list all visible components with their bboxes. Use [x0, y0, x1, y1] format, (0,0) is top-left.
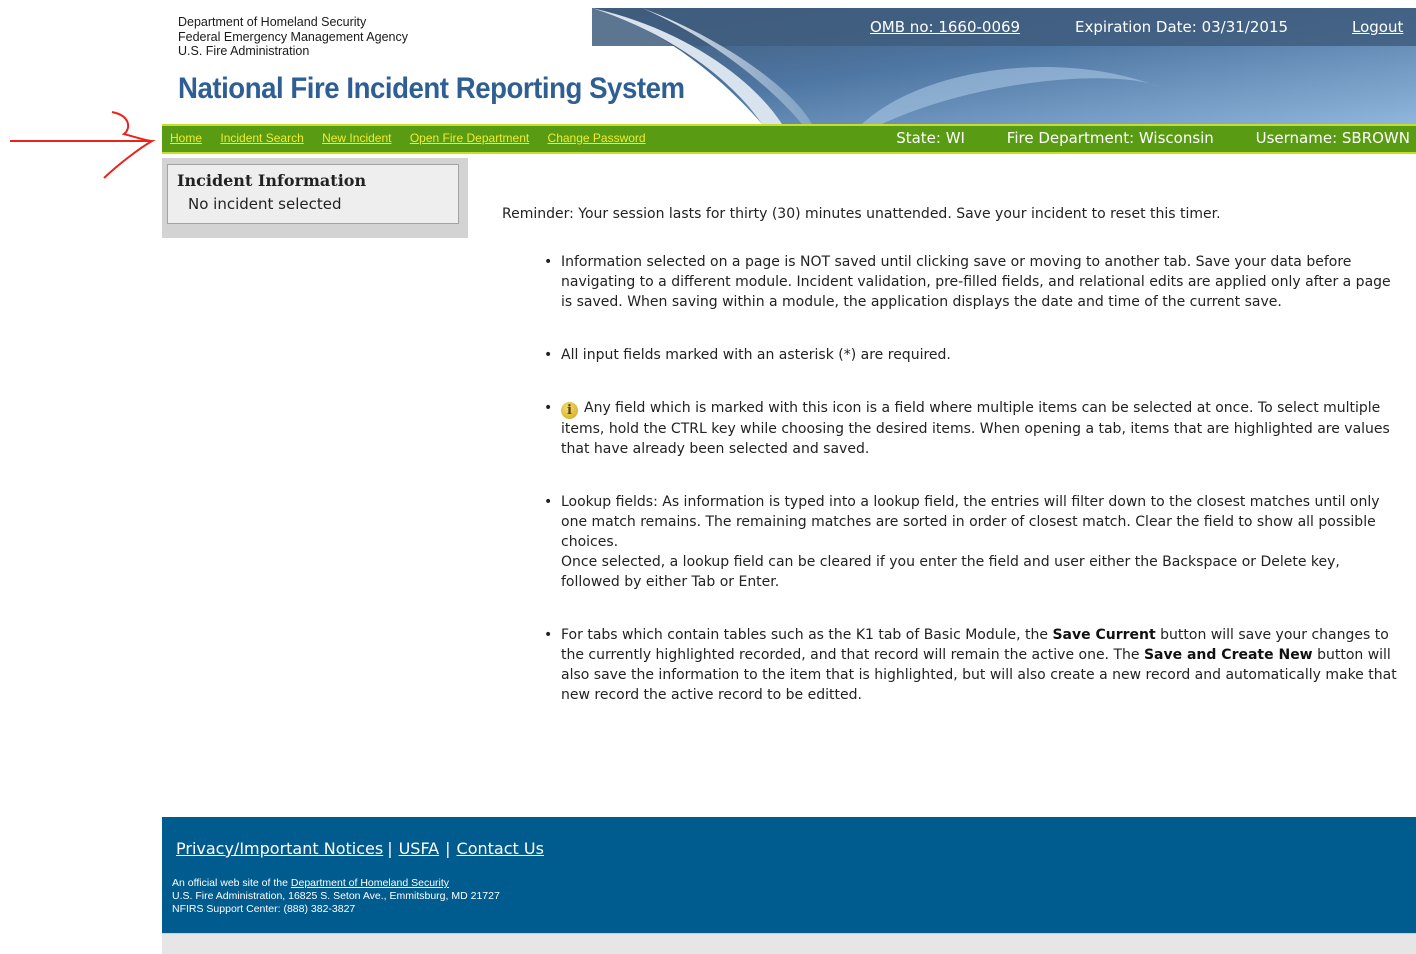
logout-link[interactable]: Logout [1352, 18, 1403, 36]
nav-links: Home Incident Search New Incident Open F… [170, 131, 661, 145]
official-site-text: An official web site of the [172, 877, 288, 889]
agency-line-fema: Federal Emergency Management Agency [178, 29, 408, 44]
nav-change-password-link[interactable]: Change Password [548, 131, 646, 145]
support-center-phone: NFIRS Support Center: (888) 382-3827 [172, 903, 356, 915]
footer-bottom-strip [162, 933, 1416, 954]
usfa-address: U.S. Fire Administration, 16825 S. Seton… [172, 890, 500, 902]
tip-item: • Lookup fields: As information is typed … [544, 494, 1380, 590]
state-label: State: WI [896, 129, 965, 147]
tip-item: • Information selected on a page is NOT s… [544, 254, 1391, 310]
tip-lookup-clear-text: Once selected, a lookup field can be cle… [561, 554, 1340, 590]
incident-info-title: Incident Information [177, 171, 367, 190]
footer-separator: | [445, 839, 451, 858]
tip-lookup-text: Lookup fields: As information is typed i… [561, 494, 1380, 550]
sidebar: Incident Information No incident selecte… [162, 158, 468, 238]
session-info: State: WI Fire Department: Wisconsin Use… [859, 129, 1410, 147]
dhs-link[interactable]: Department of Homeland Security [291, 877, 449, 889]
contact-us-link[interactable]: Contact Us [457, 839, 544, 858]
tip-save-text: Information selected on a page is NOT sa… [561, 254, 1391, 310]
tip-item: • i Any field which is marked with this ic… [544, 400, 1390, 457]
agency-line-usfa: U.S. Fire Administration [178, 44, 310, 58]
save-current-label: Save Current [1052, 627, 1156, 643]
usfa-link[interactable]: USFA [399, 839, 440, 858]
incident-info-panel: Incident Information No incident selecte… [167, 164, 459, 224]
incident-status: No incident selected [188, 195, 342, 213]
nav-incident-search-link[interactable]: Incident Search [220, 131, 303, 145]
tip-required-text: All input fields marked with an asterisk… [561, 347, 951, 363]
official-site-line: An official web site of the Department o… [172, 877, 500, 890]
expiration-date: Expiration Date: 03/31/2015 [1075, 18, 1289, 36]
tip-item: • For tabs which contain tables such as t… [544, 627, 1397, 703]
omb-number-link[interactable]: OMB no: 1660-0069 [870, 18, 1020, 36]
tip-tables-text-1: For tabs which contain tables such as th… [561, 627, 1048, 643]
tips-list: • Information selected on a page is NOT s… [544, 252, 1401, 738]
footer-links: Privacy/Important Notices | USFA | Contact U… [176, 839, 544, 858]
session-reminder: Reminder: Your session lasts for thirty … [502, 206, 1221, 222]
info-icon: i [561, 402, 578, 419]
tip-multiselect-text: Any field which is marked with this icon… [561, 400, 1390, 457]
header-top-links: OMB no: 1660-0069 Expiration Date: 03/31… [870, 18, 1416, 40]
site-header: Department of Homeland Security Federal … [162, 8, 1416, 124]
tip-item: • All input fields marked with an asteris… [544, 347, 951, 363]
fire-department-label: Fire Department: Wisconsin [1006, 129, 1214, 147]
agency-line-dhs: Department of Homeland Security [178, 15, 367, 29]
footer-details: An official web site of the Department o… [172, 877, 500, 916]
nav-home-link[interactable]: Home [170, 131, 202, 145]
save-and-create-new-label: Save and Create New [1143, 647, 1313, 663]
privacy-notices-link[interactable]: Privacy/Important Notices [176, 839, 383, 858]
footer-separator: | [387, 839, 393, 858]
red-arrow-annotation [10, 111, 156, 179]
main-content: Incident Information No incident selecte… [162, 154, 1416, 817]
system-title: National Fire Incident Reporting System [178, 72, 685, 105]
agency-lines: Department of Homeland Security Federal … [178, 15, 408, 59]
main-nav-bar: Home Incident Search New Incident Open F… [162, 124, 1416, 154]
nav-new-incident-link[interactable]: New Incident [322, 131, 391, 145]
nav-open-fire-department-link[interactable]: Open Fire Department [410, 131, 529, 145]
username-label: Username: SBROWN [1255, 129, 1410, 147]
site-footer: Privacy/Important Notices | USFA | Contact U… [162, 817, 1416, 933]
